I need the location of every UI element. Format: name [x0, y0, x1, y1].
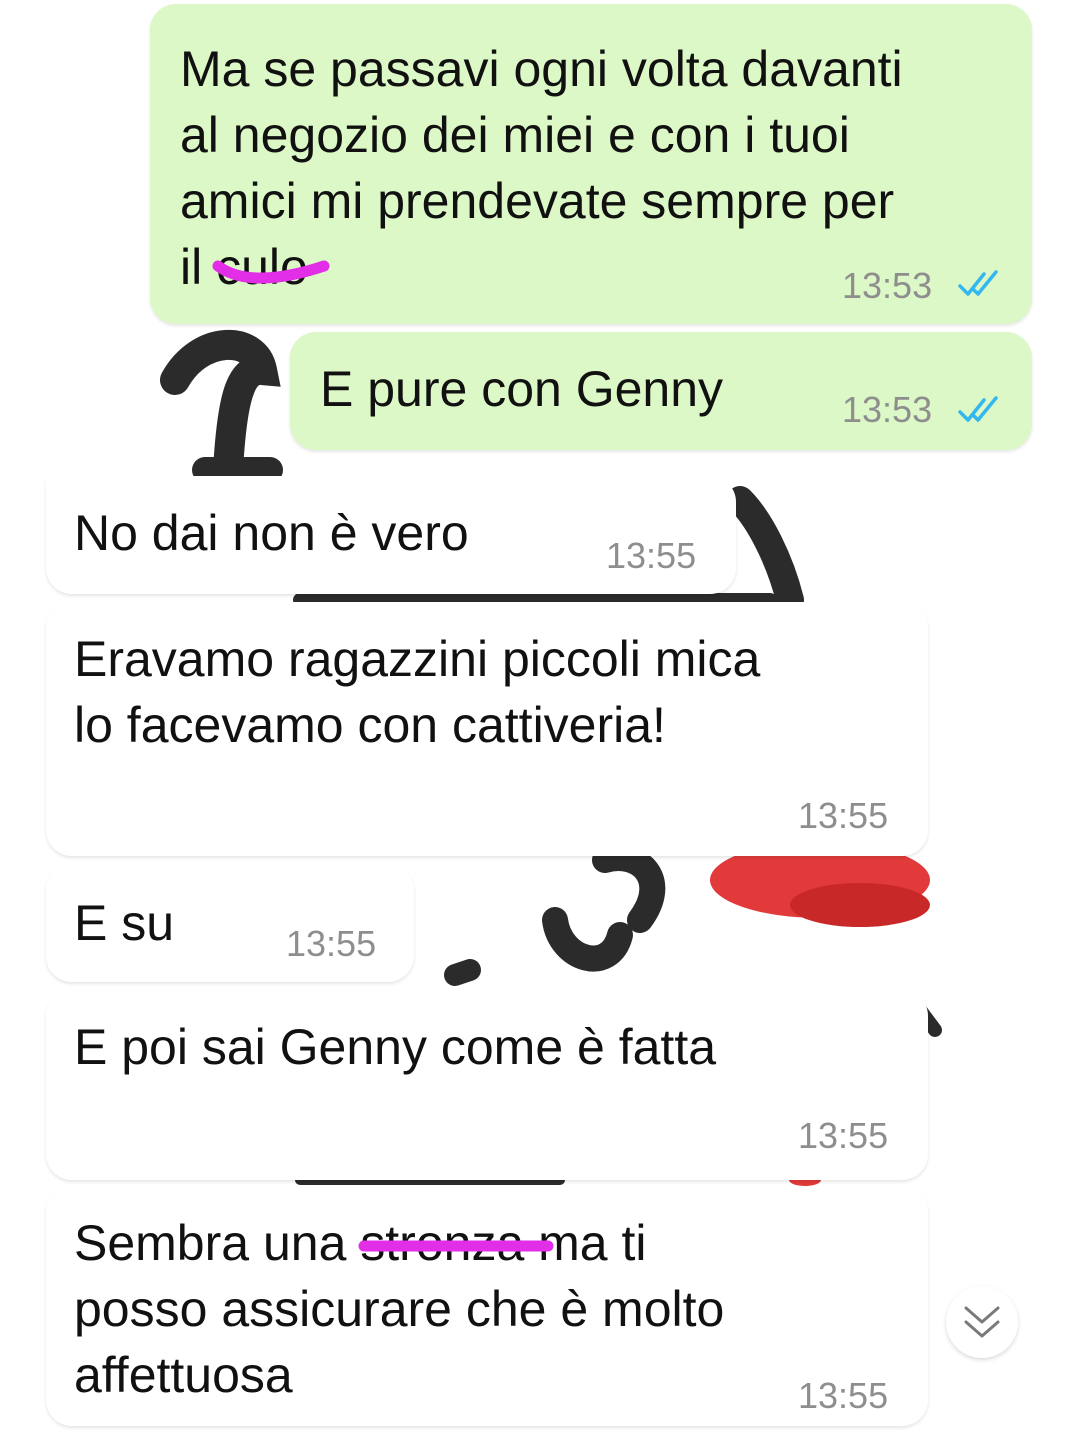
message-time: 13:55: [286, 923, 377, 964]
message-bubble-incoming[interactable]: No dai non è vero 13:55: [46, 476, 736, 594]
message-text: E pure con Genny: [320, 361, 724, 417]
redacted-word: culo: [212, 234, 330, 300]
message-text: Eravamo ragazzini piccoli mica lo faceva…: [74, 631, 761, 753]
message-bubble-incoming[interactable]: E su 13:55: [46, 864, 414, 982]
scroll-to-bottom-button[interactable]: [946, 1286, 1018, 1358]
message-text: Ma se passavi ogni volta davanti al nego…: [180, 36, 903, 300]
message-text: No dai non è vero: [74, 505, 469, 561]
message-text: E poi sai Genny come è fatta: [74, 1019, 717, 1075]
message-time: 13:55: [798, 1375, 889, 1416]
message-time: 13:55: [606, 535, 697, 576]
redaction-scribble: [212, 260, 330, 284]
message-time: 13:53: [842, 265, 933, 306]
message-time: 13:55: [798, 1115, 889, 1156]
double-check-read-icon: [958, 270, 998, 296]
message-time: 13:55: [798, 795, 889, 836]
double-check-read-icon: [958, 396, 998, 422]
redaction-scribble: [358, 1240, 554, 1252]
message-bubble-incoming[interactable]: Eravamo ragazzini piccoli mica lo faceva…: [46, 602, 928, 856]
message-time: 13:53: [842, 389, 933, 430]
double-chevron-down-icon: [964, 1306, 1000, 1338]
message-text: Sembra una stronza ma ti posso assicurar…: [74, 1210, 724, 1408]
message-bubble-outgoing[interactable]: Ma se passavi ogni volta davanti al nego…: [150, 4, 1032, 324]
message-bubble-outgoing[interactable]: E pure con Genny 13:53: [290, 332, 1032, 450]
redacted-word: stronza: [358, 1210, 554, 1276]
message-bubble-incoming[interactable]: E poi sai Genny come è fatta 13:55: [46, 990, 928, 1180]
message-text: E su: [74, 895, 175, 951]
message-bubble-incoming[interactable]: Sembra una stronza ma ti posso assicurar…: [46, 1186, 928, 1426]
